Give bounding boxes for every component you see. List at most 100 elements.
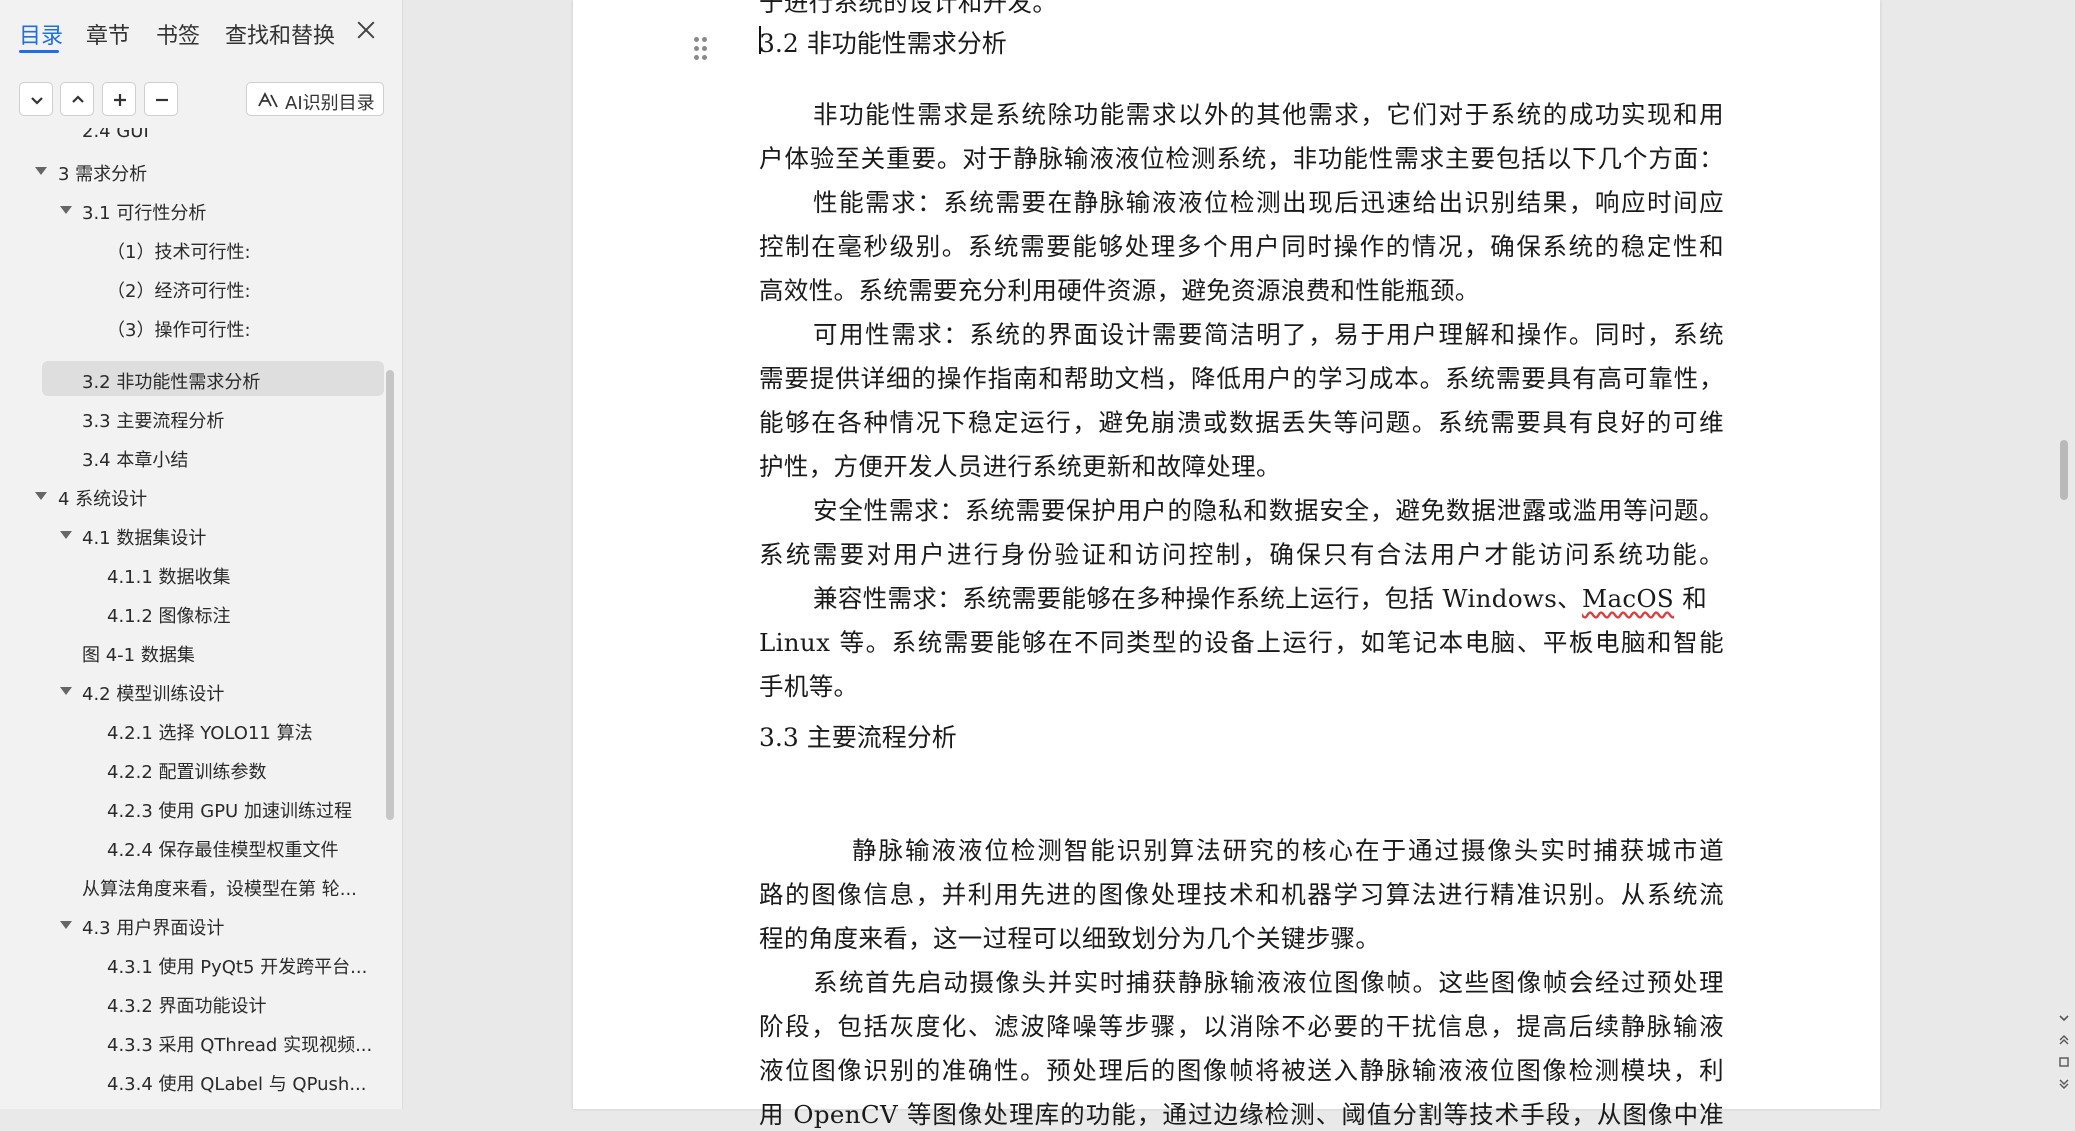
paragraph-line[interactable]: 系统首先启动摄像头并实时捕获静脉输液液位图像帧。这些图像帧会经过预处理 [813, 964, 1724, 999]
paragraph-line[interactable]: 安全性需求：系统需要保护用户的隐私和数据安全，避免数据泄露或滥用等问题。 [813, 492, 1724, 527]
spelling-error-word[interactable]: MacOS [1582, 584, 1674, 613]
toc-item-4-2-4[interactable]: 4.2.4 保存最佳模型权重文件 [0, 829, 385, 865]
scrollbar-thumb[interactable] [2060, 440, 2068, 500]
text-run: 兼容性需求：系统需要能够在多种操作系统上运行，包括 Windows、 [813, 584, 1583, 613]
toc-item-4-1[interactable]: 4.1 数据集设计 [0, 517, 385, 553]
toc-item-label: 从算法角度来看，设模型在第 轮... [82, 879, 357, 900]
toc-item-label: 3 需求分析 [58, 164, 148, 185]
toc-item-4-2-1[interactable]: 4.2.1 选择 YOLO11 算法 [0, 712, 385, 748]
collapse-all-button[interactable] [60, 82, 94, 116]
toc-item-3-3[interactable]: 3.3 主要流程分析 [0, 400, 385, 436]
paragraph-line[interactable]: 户体验至关重要。对于静脉输液液位检测系统，非功能性需求主要包括以下几个方面： [759, 140, 1724, 175]
paragraph-line[interactable]: 路的图像信息，并利用先进的图像处理技术和机器学习算法进行精准识别。从系统流 [759, 876, 1724, 911]
toc-item-3[interactable]: 3 需求分析 [0, 153, 385, 189]
heading-3-3[interactable]: 3.3 主要流程分析 [759, 718, 957, 754]
add-level-button[interactable] [102, 82, 136, 116]
toc-item-label: 4.2.2 配置训练参数 [107, 762, 267, 783]
toc-item-label: （3）操作可行性: [107, 320, 251, 341]
expand-caret-icon[interactable] [60, 921, 72, 929]
toc-item-3-1-a[interactable]: （1）技术可行性: [0, 231, 385, 267]
toc-item-figure-4-1[interactable]: 图 4-1 数据集 [0, 634, 385, 670]
paragraph-line[interactable]: 能够在各种情况下稳定运行，避免崩溃或数据丢失等问题。系统需要具有良好的可维 [759, 404, 1724, 439]
toc-item-3-4[interactable]: 3.4 本章小结 [0, 439, 385, 475]
toc-item-4-1-2[interactable]: 4.1.2 图像标注 [0, 595, 385, 631]
plus-icon [114, 94, 126, 106]
toc-item-3-1[interactable]: 3.1 可行性分析 [0, 192, 385, 228]
toc-item-2-4-gui[interactable]: 2.4 GUI [0, 128, 385, 150]
heading-3-2[interactable]: 3.2 非功能性需求分析 [759, 24, 1007, 60]
expand-caret-icon[interactable] [35, 492, 47, 500]
paragraph-line[interactable]: 阶段，包括灰度化、滤波降噪等步骤，以消除不必要的干扰信息，提高后续静脉输液 [759, 1008, 1724, 1043]
paragraph-line[interactable]: 液位图像识别的准确性。预处理后的图像帧将被送入静脉输液液位图像检测模块，利 [759, 1052, 1724, 1087]
toc-item-4-2[interactable]: 4.2 模型训练设计 [0, 673, 385, 709]
toc-item-4-3-1[interactable]: 4.3.1 使用 PyQt5 开发跨平台... [0, 946, 385, 982]
toc-item-4-2-3[interactable]: 4.2.3 使用 GPU 加速训练过程 [0, 790, 385, 826]
paragraph-line[interactable]: 非功能性需求是系统除功能需求以外的其他需求，它们对于系统的成功实现和用 [813, 96, 1724, 131]
paragraph-line[interactable]: 系统需要对用户进行身份验证和访问控制，确保只有合法用户才能访问系统功能。 [759, 536, 1724, 571]
paragraph-line[interactable]: 性能需求：系统需要在静脉输液液位检测出现后迅速给出识别结果，响应时间应 [813, 184, 1724, 219]
toc-item-4-2-2[interactable]: 4.2.2 配置训练参数 [0, 751, 385, 787]
toc-item-label: 4.1.1 数据收集 [107, 567, 231, 588]
paragraph-line[interactable]: Linux 等。系统需要能够在不同类型的设备上运行，如笔记本电脑、平板电脑和智能 [759, 624, 1724, 659]
toc-item-4-3[interactable]: 4.3 用户界面设计 [0, 907, 385, 943]
toc-item-label: 4.3.1 使用 PyQt5 开发跨平台... [107, 957, 368, 978]
next-page-icon[interactable] [2058, 1078, 2070, 1090]
previous-page-icon[interactable] [2058, 1034, 2070, 1046]
toc-item-4-3-4[interactable]: 4.3.4 使用 QLabel 与 QPush... [0, 1063, 385, 1099]
toc-item-3-1-c[interactable]: （3）操作可行性: [0, 309, 385, 345]
text-run: 和 [1674, 584, 1708, 613]
remove-level-button[interactable] [144, 82, 178, 116]
close-icon[interactable] [354, 18, 378, 42]
paragraph-line[interactable]: 静脉输液液位检测智能识别算法研究的核心在于通过摄像头实时捕获城市道 [852, 832, 1724, 867]
tab-chapters[interactable]: 章节 [86, 18, 130, 50]
toc-item-label: 3.1 可行性分析 [82, 203, 207, 224]
paragraph-line[interactable]: 手机等。 [759, 668, 1724, 703]
tab-toc[interactable]: 目录 [19, 18, 63, 50]
partial-top-line: 于进行系统的设计和开发。 [759, 0, 1058, 17]
tab-find-replace[interactable]: 查找和替换 [225, 18, 335, 50]
paragraph-line[interactable]: 程的角度来看，这一过程可以细致划分为几个关键步骤。 [759, 920, 1724, 955]
drag-handle-icon[interactable] [693, 36, 709, 62]
paragraph-line[interactable]: 护性，方便开发人员进行系统更新和故障处理。 [759, 448, 1724, 483]
toc-item-label: 图 4-1 数据集 [82, 645, 195, 666]
expand-caret-icon[interactable] [60, 531, 72, 539]
toc-scrollbar[interactable] [386, 370, 394, 820]
expand-all-button[interactable] [19, 82, 53, 116]
nav-tab-bar: 目录 章节 书签 查找和替换 [0, 0, 403, 70]
chevron-up-icon [72, 95, 84, 103]
toc-item-4[interactable]: 4 系统设计 [0, 478, 385, 514]
expand-caret-icon[interactable] [60, 206, 72, 214]
ai-button-label: AI识别目录 [285, 93, 375, 114]
paragraph-line[interactable]: 用 OpenCV 等图像处理库的功能，通过边缘检测、阈值分割等技术手段，从图像中… [759, 1096, 1724, 1131]
toc-item-3-1-b[interactable]: （2）经济可行性: [0, 270, 385, 306]
toc-item-3-2[interactable]: 3.2 非功能性需求分析 [0, 361, 385, 397]
toc-item-label: 4.3 用户界面设计 [82, 918, 225, 939]
paragraph-line[interactable]: 需要提供详细的操作指南和帮助文档，降低用户的学习成本。系统需要具有高可靠性， [759, 360, 1724, 395]
toc-item-label: 4.3.2 界面功能设计 [107, 996, 267, 1017]
toc-item-label: 4 系统设计 [58, 489, 148, 510]
toc-item-label: （2）经济可行性: [107, 281, 251, 302]
ai-recognize-toc-button[interactable]: AI识别目录 [246, 82, 384, 116]
document-scrollbar[interactable] [2052, 0, 2075, 1109]
paragraph-line-compat[interactable]: 兼容性需求：系统需要能够在多种操作系统上运行，包括 Windows、MacOS … [813, 580, 1724, 615]
toc-item-label: 4.1.2 图像标注 [107, 606, 231, 627]
paragraph-line[interactable]: 高效性。系统需要充分利用硬件资源，避免资源浪费和性能瓶颈。 [759, 272, 1724, 307]
toc-item-label: 3.2 非功能性需求分析 [82, 372, 261, 393]
text-cursor [759, 26, 761, 54]
toc-item-algorithm-note[interactable]: 从算法角度来看，设模型在第 轮... [0, 868, 385, 904]
toc-item-label: 4.2.3 使用 GPU 加速训练过程 [107, 801, 352, 822]
tab-bookmarks[interactable]: 书签 [156, 18, 200, 50]
paragraph-line[interactable]: 控制在毫秒级别。系统需要能够处理多个用户同时操作的情况，确保系统的稳定性和 [759, 228, 1724, 263]
expand-caret-icon[interactable] [35, 167, 47, 175]
expand-caret-icon[interactable] [60, 687, 72, 695]
navigation-pane: 目录 章节 书签 查找和替换 AI识别目录 2.4 GUI 3 需求分析 3.1… [0, 0, 403, 1109]
toc-item-4-3-2[interactable]: 4.3.2 界面功能设计 [0, 985, 385, 1021]
paragraph-line[interactable]: 可用性需求：系统的界面设计需要简洁明了，易于用户理解和操作。同时，系统 [813, 316, 1724, 351]
scroll-down-icon[interactable] [2058, 1012, 2070, 1024]
toc-tree: 2.4 GUI 3 需求分析 3.1 可行性分析 （1）技术可行性: （2）经济… [0, 128, 395, 1109]
active-tab-indicator [19, 50, 59, 53]
toc-item-label: 4.2.1 选择 YOLO11 算法 [107, 723, 313, 744]
select-browse-object-icon[interactable] [2058, 1056, 2070, 1068]
toc-item-4-1-1[interactable]: 4.1.1 数据收集 [0, 556, 385, 592]
toc-item-4-3-3[interactable]: 4.3.3 采用 QThread 实现视频... [0, 1024, 385, 1060]
